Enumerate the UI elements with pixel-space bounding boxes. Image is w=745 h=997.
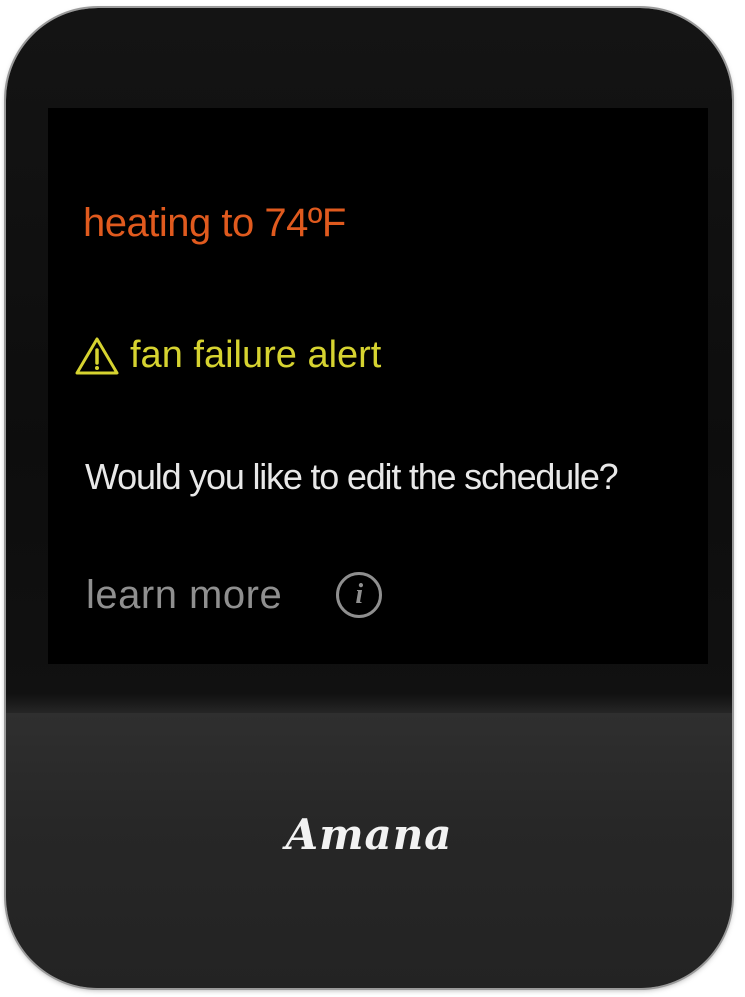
edit-schedule-prompt[interactable]: Would you like to edit the schedule? (85, 456, 619, 498)
thermostat-screen: heating to 74ºF fan failure alert Would … (48, 108, 708, 664)
info-icon[interactable]: i (336, 572, 383, 618)
alert-label: fan failure alert (130, 334, 382, 376)
thermostat-device: heating to 74ºF fan failure alert Would … (6, 8, 732, 988)
heating-status: heating to 74ºF (83, 201, 346, 245)
learn-more-label: learn more (86, 572, 283, 617)
learn-more-link[interactable]: learn more i (86, 572, 383, 618)
warning-triangle-icon (75, 337, 119, 374)
amana-logo: Amana (285, 810, 453, 859)
fan-failure-alert[interactable]: fan failure alert (74, 334, 381, 377)
